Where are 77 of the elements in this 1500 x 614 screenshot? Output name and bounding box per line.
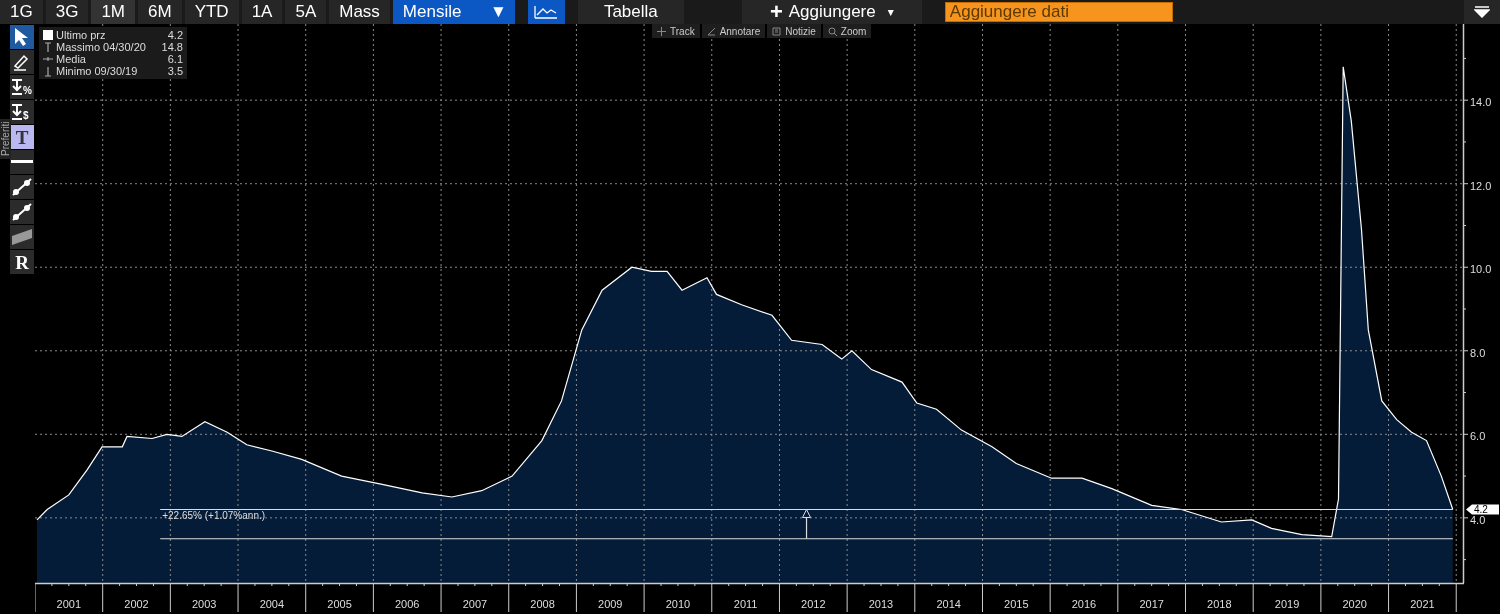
favorites-tab[interactable]: Preferiti: [0, 118, 11, 159]
tool-button[interactable]: [10, 25, 34, 49]
legend-marker-icon: [43, 41, 53, 53]
period-tab[interactable]: 1G: [0, 0, 43, 24]
legend-marker-icon: [43, 29, 53, 41]
tool-button[interactable]: [10, 200, 34, 224]
x-tick-label: 2020: [1342, 598, 1367, 610]
data-input-field[interactable]: Aggiungere dati: [944, 2, 1173, 22]
period-tab[interactable]: YTD: [184, 0, 239, 24]
x-tick-label: 2009: [598, 598, 623, 610]
x-tick-label: 2005: [327, 598, 352, 610]
x-tick-label: 2016: [1071, 598, 1097, 610]
horizontal-line-icon: [11, 160, 33, 164]
menu-button[interactable]: [1464, 0, 1500, 24]
chart-tool-button[interactable]: Track: [652, 24, 700, 38]
period-tab[interactable]: 6M: [138, 0, 182, 24]
x-tick-label: 2018: [1207, 598, 1232, 610]
last-price-tag: 4.2: [1466, 504, 1499, 516]
legend-label: Minimo 09/30/19: [56, 65, 139, 77]
tool-icon: [772, 26, 782, 36]
tool-icon: [827, 26, 837, 36]
x-tick-label: 2019: [1274, 598, 1300, 610]
legend-marker-icon: [43, 65, 53, 77]
y-tick-label: 12.0: [1470, 179, 1492, 192]
chart-type-button[interactable]: [527, 0, 565, 24]
tool-button[interactable]: [10, 50, 34, 74]
legend-label: Massimo 04/30/20: [56, 41, 147, 53]
tool-button[interactable]: [10, 150, 34, 174]
y-tick-label: 8.0: [1470, 346, 1486, 359]
frequency-dropdown[interactable]: Mensile ▼: [392, 0, 515, 24]
chart-tool-button[interactable]: Zoom: [822, 24, 872, 38]
tool-button[interactable]: T: [10, 125, 34, 149]
x-tick-label: 2002: [124, 598, 149, 610]
x-tick-label: 2008: [530, 598, 555, 610]
range-arrow: [802, 509, 812, 540]
x-tick-label: 2013: [868, 598, 894, 610]
x-tick-label: 2004: [259, 598, 285, 610]
x-tick-label: 2012: [801, 598, 826, 610]
channel-icon: [11, 228, 33, 246]
x-tick-label: 2001: [56, 598, 82, 610]
dropdown-icon: [1474, 6, 1490, 18]
tool-button[interactable]: [10, 175, 34, 199]
line-chart-icon: [534, 5, 559, 19]
tool-button[interactable]: R: [10, 250, 34, 274]
legend-label: Media: [56, 53, 87, 65]
add-button[interactable]: + Aggiungere ▾: [741, 0, 922, 24]
period-tab[interactable]: 1M: [91, 0, 135, 24]
period-tab[interactable]: Mass: [329, 0, 390, 24]
tool-icon: [706, 26, 716, 36]
table-button[interactable]: Tabella: [577, 0, 684, 24]
x-tick-label: 2006: [395, 598, 420, 610]
period-tab[interactable]: 3G: [45, 0, 89, 24]
legend-value: 14.8: [161, 41, 183, 53]
x-tick-label: 2011: [733, 598, 758, 610]
trend-line-icon: [11, 177, 33, 197]
legend-value: 3.5: [167, 65, 183, 77]
x-tick-label: 2010: [665, 598, 691, 610]
x-tick-label: 2014: [936, 598, 961, 610]
x-tick-label: 2015: [1004, 598, 1029, 610]
period-tab[interactable]: 1A: [241, 0, 283, 24]
x-tick-label: 2017: [1139, 598, 1164, 610]
y-tick-label: 14.0: [1470, 96, 1492, 109]
tool-icon: [657, 26, 666, 36]
y-tick-label: 10.0: [1470, 263, 1492, 276]
period-tab[interactable]: 5A: [285, 0, 327, 24]
y-tick-label: 6.0: [1470, 430, 1486, 443]
legend-value: 6.1: [167, 53, 183, 65]
trend-line-icon: [11, 202, 33, 222]
x-tick-label: 2007: [462, 598, 488, 610]
chart-tool-button[interactable]: Notizie: [767, 24, 821, 38]
chart-tool-button[interactable]: Annotare: [701, 24, 766, 38]
legend-label: Ultimo prz: [56, 29, 107, 41]
y-tick-label: 4.0: [1470, 513, 1486, 526]
x-tick-label: 2003: [191, 598, 217, 610]
legend-value: 4.2: [167, 29, 183, 41]
range-change-label: +22.65% (+1.07%ann.): [162, 510, 266, 522]
x-tick-label: 2021: [1410, 598, 1435, 610]
